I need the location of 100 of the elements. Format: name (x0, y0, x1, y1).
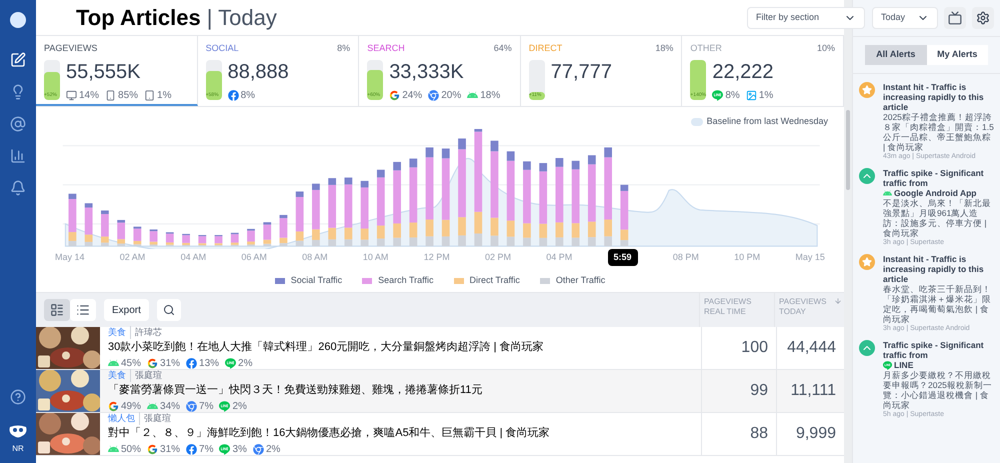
alerts-tab[interactable]: My Alerts (926, 45, 988, 65)
legend-label: Social Traffic (290, 274, 342, 287)
referrer-share: 85% (118, 88, 138, 102)
alert-title[interactable]: Instant hit - Traffic is increasing rapidly to this article (883, 82, 994, 112)
android-icon (467, 90, 478, 100)
settings-icon (976, 11, 990, 25)
axis-label: May 15 (795, 250, 825, 264)
referrer-share: 18% (480, 88, 500, 102)
alert-source: LINE (894, 360, 914, 370)
stacked-bar (198, 234, 206, 246)
list-icon (76, 303, 90, 317)
alert-title[interactable]: Traffic spike - Significant traffic from (883, 340, 994, 360)
chrome-icon (252, 444, 264, 454)
alert-title[interactable]: Traffic spike - Significant traffic from (883, 168, 994, 188)
referrer-share: 31% (160, 356, 180, 370)
stacked-bar (117, 219, 126, 246)
referrer-share: 24% (402, 88, 422, 102)
page-title: Top Articles (76, 4, 201, 32)
scrollbar-thumb[interactable] (846, 110, 850, 190)
stacked-bar (133, 226, 142, 246)
user-initials[interactable]: NR (12, 443, 24, 455)
search-button[interactable] (156, 299, 181, 321)
section-link[interactable]: 懶人包 (108, 412, 135, 425)
alert-article[interactable]: 不是淡水、烏來！「新北最強景點」月吸961萬人造訪：設施多元、停車方便 | 食尚玩家 (883, 198, 994, 238)
at-sign-icon[interactable] (10, 116, 26, 132)
line-icon (219, 400, 230, 412)
article-row[interactable]: 懶人包 張庭瑄 對中「２、８、９」海鮮吃到飽！16大鍋物優惠必搶，爽嗑A5和牛、巨無霸干貝 | 食尚玩家 50% 31% 7% 3% 2% 88 9,999 (36, 413, 844, 456)
axis-label: 02 AM (120, 250, 146, 264)
alerts-tab[interactable]: All Alerts (865, 45, 926, 65)
referrer-share: 31% (160, 442, 180, 456)
android-icon (108, 358, 119, 368)
article-title[interactable]: 對中「２、８、９」海鮮吃到飽！16大鍋物優惠必搶，爽嗑A5和牛、巨無霸干貝 | 食尚玩家 (108, 425, 701, 442)
help-icon[interactable] (10, 389, 26, 405)
referrer-share: 2% (238, 356, 252, 370)
list-view-button[interactable] (70, 299, 96, 321)
desktop-icon (66, 90, 77, 100)
stat-value: 55,555K (66, 60, 142, 84)
google-icon (147, 358, 158, 368)
realtime-count: 99 (701, 370, 776, 412)
line-icon (883, 360, 892, 370)
stacked-bar (328, 178, 336, 246)
period-select[interactable]: Today (872, 7, 938, 29)
bell-icon[interactable] (10, 180, 26, 196)
stat-label: DIRECT (528, 42, 562, 55)
section-filter-select[interactable]: Filter by section (747, 7, 865, 29)
caret-up-icon (859, 168, 875, 184)
alert-article[interactable]: 月薪多少要繳稅？不用繳稅要申報嗎？2025報稅新制一覽：小心錯過退稅機會 | 食尚玩家 (883, 370, 994, 410)
referrer-share: 2% (266, 442, 280, 456)
axis-label: 12 PM (424, 250, 450, 264)
search-icon (162, 304, 175, 316)
axis-label: 08 AM (302, 250, 328, 264)
author-name: 張庭瑄 (130, 368, 162, 382)
android-icon (108, 444, 119, 454)
article-row[interactable]: 美食 許瑋芯 30款小菜吃到飽！在地人大推「韓式料理」260元開吃，大分量銅盤烤肉超浮誇 | 食尚玩家 45% 31% 13% 2% 100 44,444 (36, 327, 844, 370)
facebook-icon (186, 358, 198, 368)
stacked-bar (247, 228, 255, 246)
baseline-label: Baseline from last Wednesday (706, 115, 828, 128)
alert-title[interactable]: Instant hit - Traffic is increasing rapidly to this article (883, 254, 994, 284)
author-name: 許瑋芯 (130, 326, 162, 339)
legend-label: Direct Traffic (470, 274, 520, 287)
alert-article[interactable]: 2025粽子禮盒推薦！超浮誇８家「肉粽禮盒」開賣：1.5公斤一品粽、帝王蟹鮑魚粽 | 食尚玩家 (883, 112, 994, 152)
export-button[interactable]: Export (104, 299, 149, 321)
time-tooltip: 5:59 (608, 248, 638, 266)
stat-share: 64% (494, 42, 512, 55)
stacked-bar (296, 191, 304, 246)
referrer-share: 1% (758, 88, 774, 102)
alert-article[interactable]: 春水堂、吃茶三千新品到！「珍奶霜淇淋＋爆米花」限定吃，再喝葡萄氣泡飲 | 食尚玩家 (883, 284, 994, 324)
settings-button[interactable] (972, 7, 994, 29)
section-link[interactable]: 美食 (108, 326, 126, 339)
referrer-share: 20% (441, 88, 462, 102)
bar-chart-icon[interactable] (10, 148, 26, 164)
edit-icon[interactable] (10, 52, 26, 68)
line-icon (219, 444, 230, 454)
stat-value: 88,888 (228, 60, 289, 84)
referrer-share: 8% (725, 88, 740, 102)
stat-value: 22,222 (712, 60, 774, 84)
referrer-share: 3% (232, 442, 247, 456)
detail-view-button[interactable] (44, 299, 70, 321)
stacked-bar (312, 183, 320, 246)
logo-icon[interactable] (10, 12, 26, 28)
stacked-bar (84, 202, 93, 246)
stat-value: 33,333K (389, 60, 465, 84)
stacked-bar (166, 232, 174, 246)
article-title[interactable]: 30款小菜吃到飽！在地人大推「韓式料理」260元開吃，大分量銅盤烤肉超浮誇 | 食尚玩家 (108, 339, 701, 356)
tv-icon (948, 11, 962, 25)
stat-label: PAGEVIEWS (44, 42, 98, 55)
tablet-icon (144, 90, 156, 100)
tv-mode-button[interactable] (944, 7, 966, 29)
referrer-share: 45% (121, 356, 142, 370)
referrer-share: 8% (240, 88, 256, 102)
axis-label: 04 AM (180, 250, 206, 264)
page-subtitle: | Today (206, 4, 277, 32)
referrer-share: 13% (199, 356, 220, 370)
stat-share: 18% (655, 42, 674, 55)
article-row[interactable]: 美食 張庭瑄 「麥當勞薯條買一送一」快閃３天！免費送勁辣雞翅、雞塊，捲捲薯條折11元 49% 34% 7% 2% 99 11,111 (36, 370, 844, 413)
referrer-share: 1% (157, 88, 172, 102)
stacked-bar (68, 193, 76, 246)
detail-list-icon (50, 303, 64, 317)
article-title[interactable]: 「麥當勞薯條買一送一」快閃３天！免費送勁辣雞翅、雞塊，捲捲薯條折11元 (108, 382, 701, 398)
realtime-count: 88 (701, 413, 776, 455)
